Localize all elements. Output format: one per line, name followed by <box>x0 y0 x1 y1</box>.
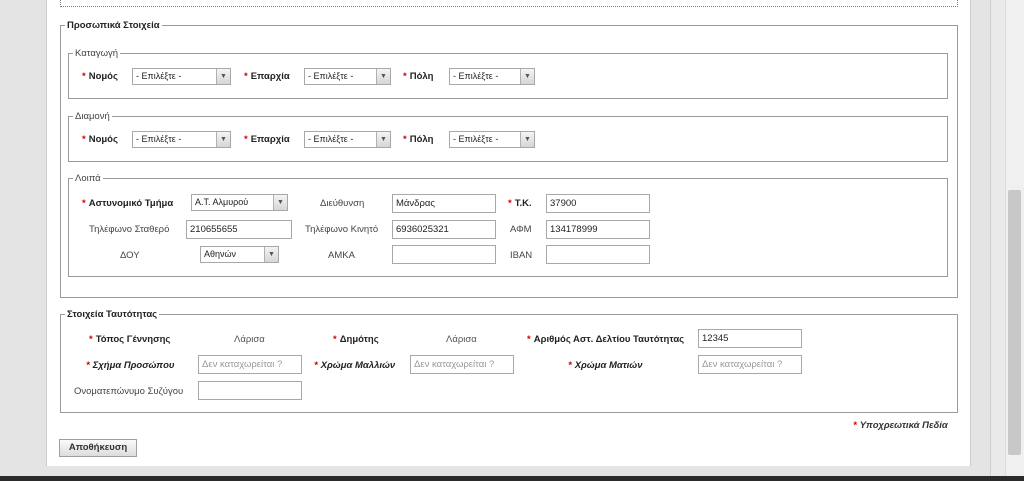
required-fields-note: * Υποχρεωτικά Πεδία <box>853 420 948 431</box>
address-label: Διεύθυνση <box>320 198 365 209</box>
eye-color-input[interactable]: Δεν καταχωρείται ? <box>698 355 802 374</box>
scrollbar-thumb[interactable] <box>1008 190 1021 455</box>
address-input[interactable]: Μάνδρας <box>392 194 496 213</box>
chevron-down-icon: ▼ <box>273 195 287 210</box>
mobile-label: Τηλέφωνο Κινητό <box>305 224 379 235</box>
residence-eparxia-select[interactable]: - Επιλέξτε - ▼ <box>304 131 391 148</box>
landline-input[interactable]: 210655655 <box>186 220 292 239</box>
personal-info-legend: Προσωπικά Στοιχεία <box>67 20 160 31</box>
id-number-input[interactable]: 12345 <box>698 329 802 348</box>
chevron-down-icon: ▼ <box>376 69 390 84</box>
doy-select[interactable]: Αθηνών ▼ <box>200 246 279 263</box>
residence-poli-select[interactable]: - Επιλέξτε - ▼ <box>449 131 535 148</box>
origin-poli-label: * Πόλη <box>403 71 434 82</box>
spouse-label: Ονοματεπώνυμο Συζύγου <box>74 386 184 397</box>
chevron-down-icon: ▼ <box>520 132 534 147</box>
residence-poli-label: * Πόλη <box>403 134 434 145</box>
iban-label: IBAN <box>510 250 533 261</box>
chevron-down-icon: ▼ <box>376 132 390 147</box>
save-button[interactable]: Αποθήκευση <box>59 439 137 457</box>
face-shape-label: * Σχήμα Προσώπου <box>86 360 175 371</box>
birthplace-label: * Τόπος Γέννησης <box>89 334 171 345</box>
afm-label: ΑΦΜ <box>510 224 532 235</box>
police-dept-label: * Αστυνομικό Τμήμα <box>82 198 174 209</box>
chevron-down-icon: ▼ <box>216 132 230 147</box>
identity-legend: Στοιχεία Ταυτότητας <box>67 309 158 320</box>
tk-label: * Τ.Κ. <box>508 198 532 209</box>
taskbar-edge <box>0 476 1024 481</box>
residence-legend: Διαμονή <box>75 111 110 122</box>
spouse-input[interactable] <box>198 381 302 400</box>
face-shape-input[interactable]: Δεν καταχωρείται ? <box>198 355 302 374</box>
iban-input[interactable] <box>546 245 650 264</box>
doy-label: ΔΟΥ <box>120 250 140 261</box>
origin-eparxia-select[interactable]: - Επιλέξτε - ▼ <box>304 68 391 85</box>
id-number-label: * Αριθμός Αστ. Δελτίου Ταυτότητας <box>527 334 685 345</box>
tk-input[interactable]: 37900 <box>546 194 650 213</box>
other-legend: Λοιπά <box>75 173 101 184</box>
amka-input[interactable] <box>392 245 496 264</box>
origin-poli-select[interactable]: - Επιλέξτε - ▼ <box>449 68 535 85</box>
police-dept-select[interactable]: Α.Τ. Αλμυρού ▼ <box>191 194 288 211</box>
chevron-down-icon: ▼ <box>216 69 230 84</box>
birthplace-value: Λάρισα <box>234 334 265 345</box>
dimotis-label: * Δημότης <box>333 334 379 345</box>
residence-nomos-select[interactable]: - Επιλέξτε - ▼ <box>132 131 231 148</box>
hair-color-label: * Χρώμα Μαλλιών <box>314 360 396 371</box>
origin-nomos-label: * Νομός <box>82 71 118 82</box>
eye-color-label: * Χρώμα Ματιών <box>568 360 643 371</box>
origin-nomos-select[interactable]: - Επιλέξτε - ▼ <box>132 68 231 85</box>
amka-label: ΑΜΚΑ <box>328 250 355 261</box>
residence-eparxia-label: * Επαρχία <box>244 134 290 145</box>
chevron-down-icon: ▼ <box>520 69 534 84</box>
mobile-input[interactable]: 6936025321 <box>392 220 496 239</box>
dimotis-value: Λάρισα <box>446 334 477 345</box>
origin-eparxia-label: * Επαρχία <box>244 71 290 82</box>
landline-label: Τηλέφωνο Σταθερό <box>89 224 170 235</box>
residence-nomos-label: * Νομός <box>82 134 118 145</box>
section-divider <box>60 0 958 7</box>
origin-legend: Καταγωγή <box>75 48 119 59</box>
hair-color-input[interactable]: Δεν καταχωρείται ? <box>410 355 514 374</box>
afm-input[interactable]: 134178999 <box>546 220 650 239</box>
chevron-down-icon: ▼ <box>264 247 278 262</box>
